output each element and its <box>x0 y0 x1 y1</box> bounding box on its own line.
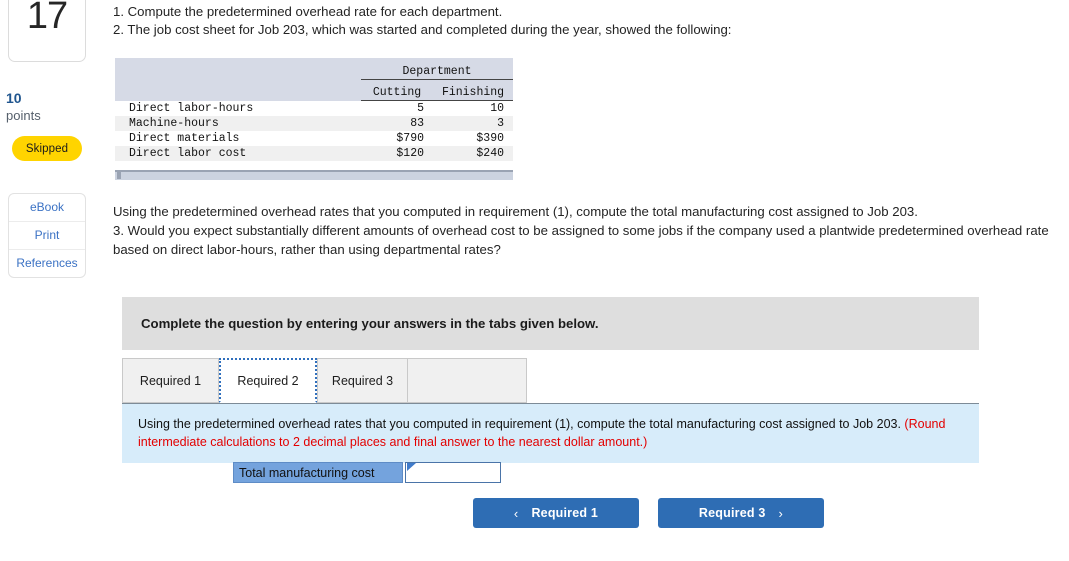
row-value-finishing: $240 <box>433 146 513 161</box>
references-button[interactable]: References <box>9 250 85 277</box>
answer-card: Complete the question by entering your a… <box>122 297 979 463</box>
table-footer-marker <box>117 172 121 179</box>
status-badge: Skipped <box>12 136 82 161</box>
job-cost-sheet-table: Department Cutting Finishing Direct labo… <box>115 58 513 161</box>
tab-required-1[interactable]: Required 1 <box>122 358 219 403</box>
table-col-header-finishing: Finishing <box>433 79 513 101</box>
row-value-finishing: 3 <box>433 116 513 131</box>
instruction-panel: Using the predetermined overhead rates t… <box>122 403 979 463</box>
previous-requirement-button[interactable]: ‹ Required 1 <box>473 498 639 528</box>
table-corner-cell-2 <box>115 79 361 101</box>
mid-paragraph-1: Using the predetermined overhead rates t… <box>113 204 918 219</box>
next-requirement-button[interactable]: Required 3 › <box>658 498 824 528</box>
next-requirement-label: Required 3 <box>698 506 766 520</box>
question-rail: 17 10 points Skipped eBook Print Referen… <box>0 0 110 561</box>
row-label: Machine-hours <box>115 116 361 131</box>
question-number: 17 <box>26 0 68 37</box>
row-value-finishing: $390 <box>433 131 513 146</box>
answer-card-header-text: Complete the question by entering your a… <box>141 316 599 331</box>
table-footer-bar <box>115 170 513 180</box>
row-label: Direct labor-hours <box>115 100 361 116</box>
answer-card-header: Complete the question by entering your a… <box>122 297 979 350</box>
previous-requirement-label: Required 1 <box>531 506 599 520</box>
tabstrip-filler <box>408 358 527 403</box>
requirement-2-text: 2. The job cost sheet for Job 203, which… <box>113 22 732 37</box>
answer-row-label: Total manufacturing cost <box>233 462 403 483</box>
row-value-finishing: 10 <box>433 100 513 116</box>
row-label: Direct labor cost <box>115 146 361 161</box>
row-value-cutting: $120 <box>361 146 433 161</box>
table-col-header-cutting: Cutting <box>361 79 433 101</box>
question-content: 1. Compute the predetermined overhead ra… <box>113 0 1069 561</box>
row-label: Direct materials <box>115 131 361 146</box>
requirement-1-text: 1. Compute the predetermined overhead ra… <box>113 4 503 19</box>
answer-input-row: Total manufacturing cost <box>233 462 501 483</box>
tab-required-3[interactable]: Required 3 <box>317 358 408 403</box>
ebook-button[interactable]: eBook <box>9 194 85 222</box>
requirement-tabs: Required 1 Required 2 Required 3 <box>122 358 979 403</box>
table-row: Machine-hours 83 3 <box>115 116 513 131</box>
points-value: 10 <box>6 90 22 106</box>
table-row: Direct labor cost $120 $240 <box>115 146 513 161</box>
row-value-cutting: 5 <box>361 100 433 116</box>
tool-panel: eBook Print References <box>8 193 86 278</box>
table-row: Direct materials $790 $390 <box>115 131 513 146</box>
question-number-box: 17 <box>8 0 86 62</box>
table-corner-cell <box>115 58 361 80</box>
chevron-left-icon: ‹ <box>513 505 519 521</box>
table-group-header: Department <box>361 58 513 80</box>
total-manufacturing-cost-input[interactable] <box>406 463 500 482</box>
mid-paragraph-2: 3. Would you expect substantially differ… <box>113 223 1049 257</box>
row-value-cutting: 83 <box>361 116 433 131</box>
instruction-main-text: Using the predetermined overhead rates t… <box>138 417 905 431</box>
row-value-cutting: $790 <box>361 131 433 146</box>
total-manufacturing-cost-field[interactable] <box>405 462 501 483</box>
print-button[interactable]: Print <box>9 222 85 250</box>
chevron-right-icon: › <box>778 505 784 521</box>
points-label: points <box>6 108 41 123</box>
tab-required-2[interactable]: Required 2 <box>219 358 317 403</box>
table-row: Direct labor-hours 5 10 <box>115 100 513 116</box>
mid-prompt-text: Using the predetermined overhead rates t… <box>113 202 1058 259</box>
